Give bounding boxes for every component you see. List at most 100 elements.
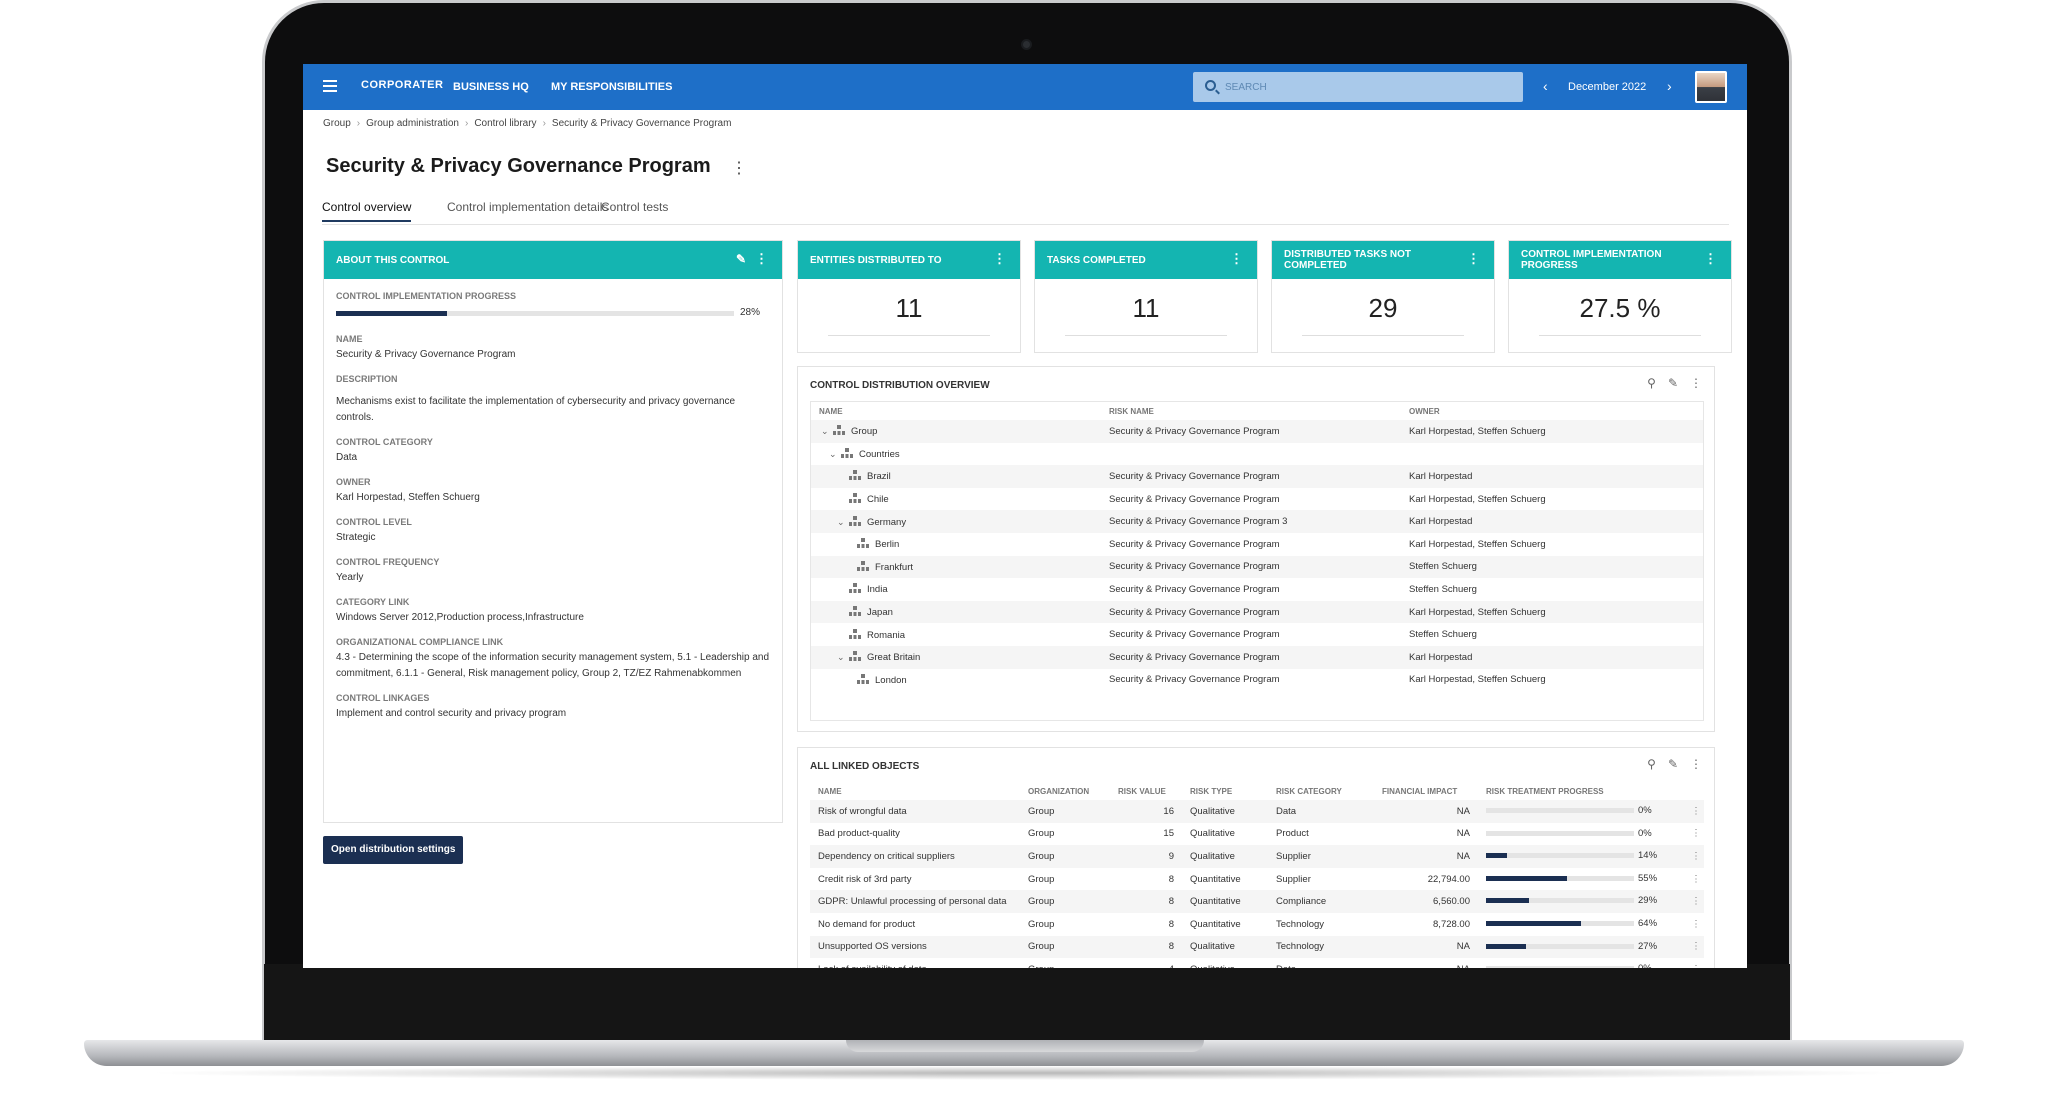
tree-row[interactable]: ⌄ Great Britain Security & Privacy Governa… [811,645,1703,669]
nav-my-responsibilities[interactable]: MY RESPONSIBILITIES [551,81,672,93]
kebab-icon[interactable]: ⋮ [1680,890,1704,913]
tab-control-tests[interactable]: Control tests [601,200,668,220]
tree-row[interactable]: Romania Security & Privacy Governance Pro… [811,623,1703,646]
tree-node-label[interactable]: Group [851,426,877,437]
tree-node-label[interactable]: London [875,675,907,686]
pencil-icon[interactable]: ✎ [1668,757,1678,771]
tree-node-label[interactable]: Brazil [867,471,891,482]
tree-row[interactable]: ⌄ Countries [811,443,1703,466]
kebab-icon[interactable]: ⋮ [1467,251,1480,267]
tree-row[interactable]: London Security & Privacy Governance Prog… [811,669,1703,692]
tree-node-label[interactable]: Romania [867,630,905,641]
tree-node-label[interactable]: Germany [867,517,906,528]
kebab-icon[interactable]: ⋮ [1680,800,1704,823]
kebab-icon[interactable]: ⋮ [1690,757,1702,771]
chevron-down-icon[interactable]: ⌄ [829,449,841,460]
kebab-icon[interactable]: ⋮ [755,251,768,267]
table-row[interactable]: GDPR: Unlawful processing of personal da… [810,890,1704,913]
kebab-icon[interactable]: ⋮ [1680,913,1704,936]
breadcrumb-item[interactable]: Group administration [366,118,459,129]
pencil-icon[interactable]: ✎ [736,252,746,266]
period-prev-chevron-icon[interactable]: ‹ [1543,78,1548,94]
kebab-icon[interactable]: ⋮ [993,251,1006,267]
risk-name-cell[interactable]: Risk of wrongful data [810,800,1020,823]
column-header[interactable]: NAME [811,402,1101,420]
period-label[interactable]: December 2022 [1568,81,1646,93]
org-chart-icon [857,538,869,549]
risk-name-cell[interactable]: Bad product-quality [810,823,1020,846]
risk-name-cell[interactable]: Dependency on critical suppliers [810,845,1020,868]
tree-row[interactable]: Chile Security & Privacy Governance Progr… [811,488,1703,511]
tree-row[interactable]: Japan Security & Privacy Governance Progr… [811,600,1703,624]
risk-category-cell: Compliance [1268,890,1374,913]
tree-node-label[interactable]: Frankfurt [875,562,913,573]
kebab-icon[interactable]: ⋮ [1680,845,1704,868]
tree-node-label[interactable]: Japan [867,607,893,618]
table-row[interactable]: Lack of availability of dataGroup4Qualit… [810,958,1704,968]
app-logo[interactable]: CORPORATER [361,79,443,91]
tab-control-overview[interactable]: Control overview [322,200,412,222]
tree-node-label[interactable]: India [867,584,888,595]
kebab-icon[interactable]: ⋮ [1680,958,1704,968]
column-header[interactable]: RISK NAME [1101,402,1401,420]
chevron-down-icon[interactable]: ⌄ [821,426,833,437]
breadcrumb-item[interactable]: Control library [474,118,536,129]
period-next-chevron-icon[interactable]: › [1667,78,1672,94]
tree-node-label[interactable]: Berlin [875,539,899,550]
table-row[interactable]: Unsupported OS versions Group 8 Qualitative… [810,935,1704,959]
chevron-down-icon[interactable]: ⌄ [837,517,849,528]
progress-fill [336,311,448,316]
column-header[interactable]: RISK TREATMENT PROGRESS [1478,782,1680,800]
column-header[interactable]: RISK VALUE [1110,782,1182,800]
hamburger-icon[interactable] [323,80,337,92]
chevron-down-icon[interactable]: ⌄ [837,652,849,663]
nav-business-hq[interactable]: BUSINESS HQ [453,81,529,93]
org-chart-icon [857,560,869,571]
column-header[interactable]: NAME [810,782,1020,800]
tree-row[interactable]: Frankfurt Security & Privacy Governance P… [811,555,1703,579]
kebab-icon[interactable]: ⋮ [1680,935,1704,959]
risk-name-cell[interactable]: GDPR: Unlawful processing of personal da… [810,890,1020,913]
tree-name-cell: ⌄ Countries [811,443,1101,466]
tree-row[interactable]: ⌄ Germany Security & Privacy Governance Pr… [811,510,1703,533]
column-header[interactable]: RISK TYPE [1182,782,1268,800]
table-row[interactable]: Bad product-quality Group 15 Qualitative Pro… [810,823,1704,846]
search-icon[interactable]: ⚲ [1647,757,1656,771]
table-row[interactable]: Credit risk of 3rd party Group 8 Quantitati… [810,868,1704,891]
tree-node-label[interactable]: Chile [867,494,889,505]
column-header[interactable]: ORGANIZATION [1020,782,1110,800]
table-row[interactable]: No demand for product Group 8 Quantitative T… [810,913,1704,936]
kebab-icon[interactable]: ⋮ [1680,823,1704,846]
risk-category-cell: Technology [1276,918,1325,930]
kebab-icon[interactable]: ⋮ [1230,251,1243,267]
kebab-icon[interactable]: ⋮ [731,158,747,178]
column-header[interactable]: FINANCIAL IMPACT [1374,782,1478,800]
kebab-icon[interactable]: ⋮ [1680,868,1704,891]
risk-name-cell[interactable]: No demand for product [810,913,1020,936]
tree-row[interactable]: Brazil Security & Privacy Governance Prog… [811,465,1703,488]
risk-category-cell: Supplier [1268,845,1374,868]
kebab-icon[interactable]: ⋮ [1690,376,1702,390]
open-distribution-settings-button[interactable]: Open distribution settings [323,836,464,864]
tree-node-label[interactable]: Great Britain [867,652,920,663]
tree-node-label[interactable]: Countries [859,449,900,460]
column-header[interactable]: OWNER [1401,402,1703,420]
search-icon[interactable]: ⚲ [1647,376,1656,390]
avatar[interactable] [1695,71,1727,103]
risk-name-cell[interactable]: Lack of availability of data [810,958,1020,968]
search-box[interactable] [1193,72,1523,102]
breadcrumb-item[interactable]: Group [323,118,351,129]
tab-control-implementation-details[interactable]: Control implementation details [447,200,608,220]
tree-row[interactable]: ⌄ Group Security & Privacy Governance Prog… [811,420,1703,443]
tree-row[interactable]: India Security & Privacy Governance Progr… [811,578,1703,601]
pencil-icon[interactable]: ✎ [1668,376,1678,390]
tree-row[interactable]: Berlin Security & Privacy Governance Prog… [811,533,1703,556]
table-row[interactable]: Dependency on critical suppliers Group 9 Qu… [810,845,1704,868]
kebab-icon[interactable]: ⋮ [1704,251,1717,267]
risk-name-cell[interactable]: Credit risk of 3rd party [810,868,1020,891]
risk-value-cell: 16 [1110,800,1182,823]
table-row[interactable]: Risk of wrongful data Group 16 Qualitative D… [810,800,1704,823]
column-header[interactable]: RISK CATEGORY [1268,782,1374,800]
risk-name-cell[interactable]: Unsupported OS versions [810,935,1020,959]
search-input[interactable] [1225,79,1505,95]
